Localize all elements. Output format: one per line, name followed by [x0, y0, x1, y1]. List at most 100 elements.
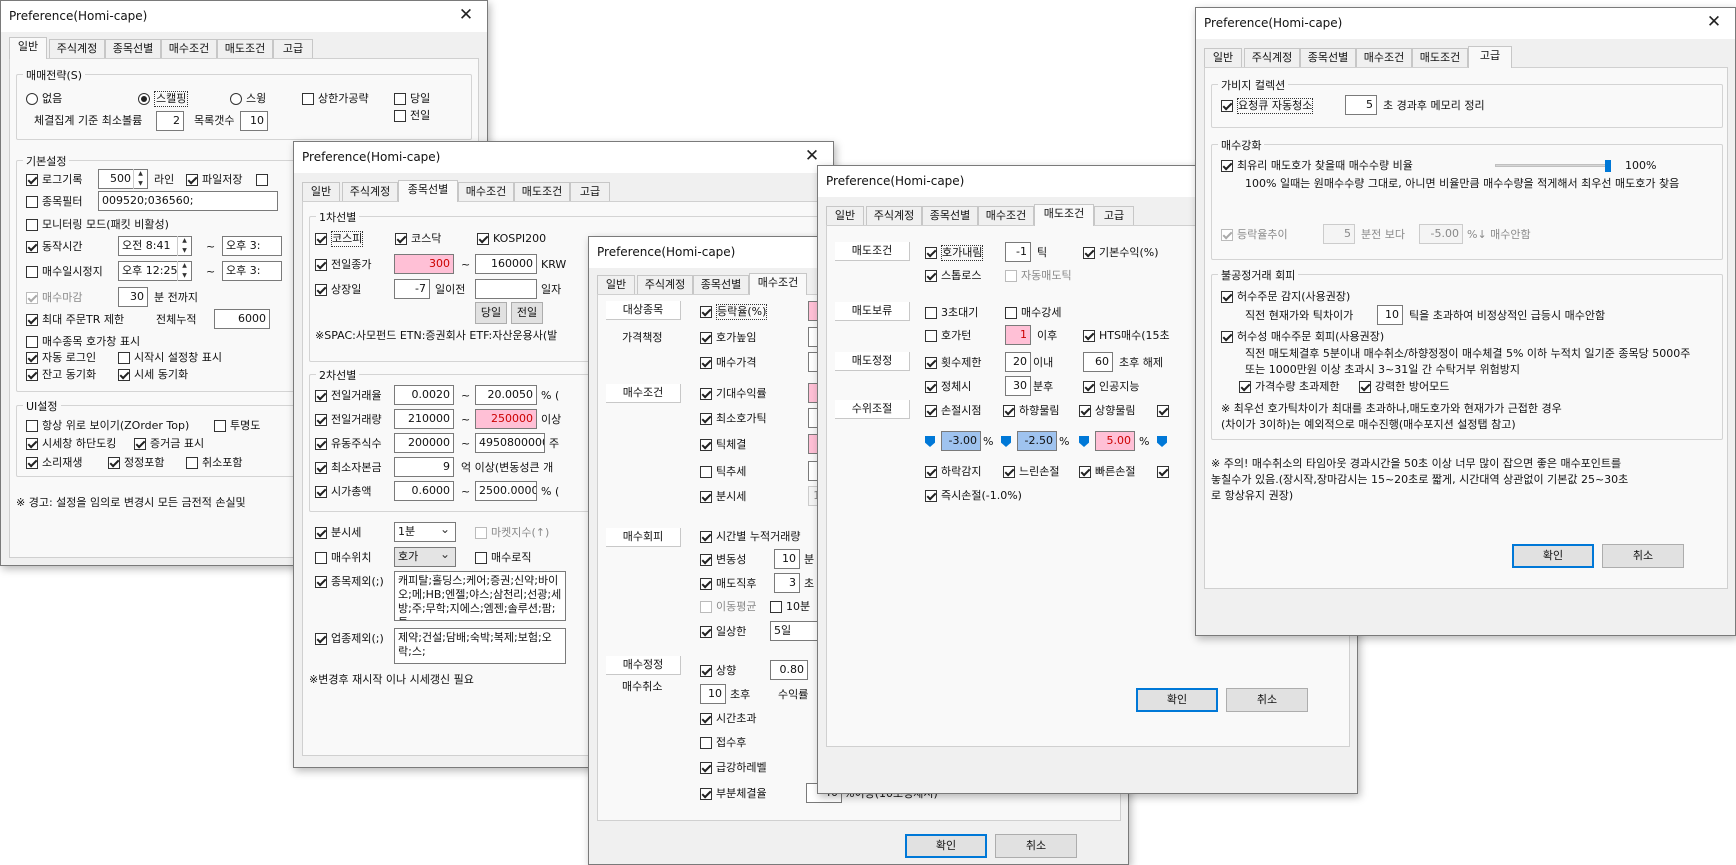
buy-pos-checkbox[interactable]	[315, 552, 327, 564]
fake-ticks-input[interactable]: 10	[1377, 305, 1403, 325]
quote-turn-checkbox[interactable]	[925, 330, 937, 342]
tab-stock-account[interactable]: 주식계정	[1244, 48, 1300, 67]
strategy-scalping-radio[interactable]	[138, 93, 150, 105]
tick-strength-checkbox[interactable]	[700, 439, 712, 451]
prev-volume-checkbox[interactable]	[315, 414, 327, 426]
moving-avg-checkbox[interactable]	[700, 601, 712, 613]
upper-limit-checkbox[interactable]	[302, 93, 314, 105]
pause-from-spinner[interactable]: ▲ ▼	[177, 261, 191, 281]
auto-sell-tick-checkbox[interactable]	[1005, 270, 1017, 282]
kospi200-checkbox[interactable]	[477, 233, 489, 245]
ask-bid-checkbox[interactable]	[700, 332, 712, 344]
basic-profit-checkbox[interactable]	[1083, 247, 1095, 259]
min-capital-input[interactable]: 9	[394, 457, 454, 477]
cancel-button[interactable]: 취소	[1226, 688, 1308, 712]
buy-strength-checkbox[interactable]	[1005, 307, 1017, 319]
mcap-max-input[interactable]: 2500.0000	[475, 481, 537, 501]
receive-checkbox[interactable]	[700, 737, 712, 749]
best-ask-checkbox[interactable]	[1221, 160, 1233, 172]
up-buy-checkbox[interactable]	[1079, 405, 1091, 417]
tab-sell-condition[interactable]: 매도조건	[1034, 204, 1094, 226]
tab-advanced[interactable]: 고급	[570, 182, 610, 201]
down-detect-checkbox[interactable]	[925, 466, 937, 478]
prev-close-min-input[interactable]: 300	[394, 254, 454, 274]
deposit-show-checkbox[interactable]	[134, 438, 146, 450]
down-buy-checkbox[interactable]	[1003, 405, 1015, 417]
minute-checkbox[interactable]	[700, 491, 712, 503]
tab-advanced[interactable]: 고급	[273, 39, 313, 58]
strategy-swing-radio[interactable]	[230, 93, 242, 105]
rise-checkbox[interactable]	[700, 665, 712, 677]
log-record-checkbox[interactable]	[26, 174, 38, 186]
tick-count-checkbox[interactable]	[700, 466, 712, 478]
nav-buy-avoid[interactable]: 매수회피	[606, 528, 681, 547]
pause-to-input[interactable]: 오후 3:	[222, 261, 282, 281]
slow-loss-checkbox[interactable]	[1003, 466, 1015, 478]
balance-sync-checkbox[interactable]	[26, 369, 38, 381]
trend-value-input[interactable]: -5.00	[1419, 224, 1463, 244]
run-time-checkbox[interactable]	[26, 241, 38, 253]
tab-advanced[interactable]: 고급	[1094, 206, 1134, 225]
buy-quote-checkbox[interactable]	[26, 336, 38, 348]
hts-buy-checkbox[interactable]	[1083, 330, 1095, 342]
min-volume-input[interactable]: 2	[156, 111, 184, 131]
quote-turn-input[interactable]: 1	[1005, 325, 1031, 345]
cancel-button[interactable]: 취소	[995, 834, 1077, 858]
prev-volume-min-input[interactable]: 210000	[394, 409, 454, 429]
listing-checkbox[interactable]	[315, 284, 327, 296]
float-min-input[interactable]: 200000	[394, 433, 454, 453]
tab-stock-account[interactable]: 주식계정	[637, 275, 693, 294]
rise-trend-checkbox[interactable]	[1221, 229, 1233, 241]
stop-loss-checkbox[interactable]	[925, 270, 937, 282]
ratio-slider-thumb[interactable]	[1605, 160, 1611, 172]
partial-checkbox[interactable]	[700, 788, 712, 800]
price-qty-limit-checkbox[interactable]	[1239, 381, 1251, 393]
nav-sell-condition[interactable]: 매도조건	[835, 242, 910, 261]
tab-buy-condition[interactable]: 매수조건	[1356, 48, 1412, 67]
tab-sell-condition[interactable]: 매도조건	[1412, 48, 1468, 67]
sudden-down-checkbox[interactable]	[700, 762, 712, 774]
listing-days-input[interactable]: -7	[394, 279, 430, 299]
nav-price-setting[interactable]: 가격책정	[622, 330, 662, 346]
ai-checkbox[interactable]	[1083, 381, 1095, 393]
slider-loss-thumb[interactable]	[925, 436, 938, 447]
cancel-button[interactable]: 취소	[1602, 544, 1684, 568]
prev-rate-min-input[interactable]: 0.0020	[394, 385, 454, 405]
tab-stock-select[interactable]: 종목선별	[398, 180, 458, 202]
time-accum-checkbox[interactable]	[700, 531, 712, 543]
nav-buy-cancel[interactable]: 매수취소	[622, 679, 662, 695]
buy-price-checkbox[interactable]	[700, 357, 712, 369]
prev-volume-max-input[interactable]: 250000	[475, 409, 537, 429]
quote-sync-checkbox[interactable]	[118, 369, 130, 381]
exclude-stock-checkbox[interactable]	[315, 576, 327, 588]
log-lines-spinner[interactable]: ▲ ▼	[133, 169, 147, 189]
nav-buy-condition[interactable]: 매수조건	[606, 384, 681, 403]
prev-close-checkbox[interactable]	[315, 259, 327, 271]
clean-sec-input[interactable]: 5	[1345, 95, 1377, 115]
rise-input[interactable]: 0.80	[770, 660, 808, 680]
kospi-checkbox[interactable]	[315, 233, 327, 245]
sell-after-input[interactable]: 3	[774, 573, 800, 593]
buy-close-checkbox[interactable]	[26, 292, 38, 304]
exclude-sector-checkbox[interactable]	[315, 633, 327, 645]
tab-general[interactable]: 일반	[826, 206, 864, 225]
float-max-input[interactable]: 4950800000	[475, 433, 545, 453]
volatility-checkbox[interactable]	[700, 554, 712, 566]
include-correct-checkbox[interactable]	[108, 457, 120, 469]
tab-buy-condition[interactable]: 매수조건	[978, 206, 1034, 225]
ok-button[interactable]: 확인	[905, 834, 987, 858]
prev-day-checkbox[interactable]	[394, 110, 406, 122]
buy-pos-select[interactable]: 호가	[394, 547, 456, 567]
normal-day-checkbox[interactable]	[700, 626, 712, 638]
tab-buy-condition[interactable]: 매수조건	[458, 182, 514, 201]
opacity-checkbox[interactable]	[214, 420, 226, 432]
nav-sell-hold[interactable]: 매도보류	[835, 302, 910, 321]
strong-defense-checkbox[interactable]	[1359, 381, 1371, 393]
minute-select[interactable]: 1분	[394, 522, 456, 542]
min-capital-checkbox[interactable]	[315, 462, 327, 474]
tab-stock-account[interactable]: 주식계정	[49, 39, 105, 58]
stagnant-input[interactable]: 30	[1005, 376, 1031, 396]
tab-general[interactable]: 일반	[597, 275, 635, 294]
prev-rate-max-input[interactable]: 20.0050	[475, 385, 537, 405]
expect-profit-checkbox[interactable]	[700, 388, 712, 400]
